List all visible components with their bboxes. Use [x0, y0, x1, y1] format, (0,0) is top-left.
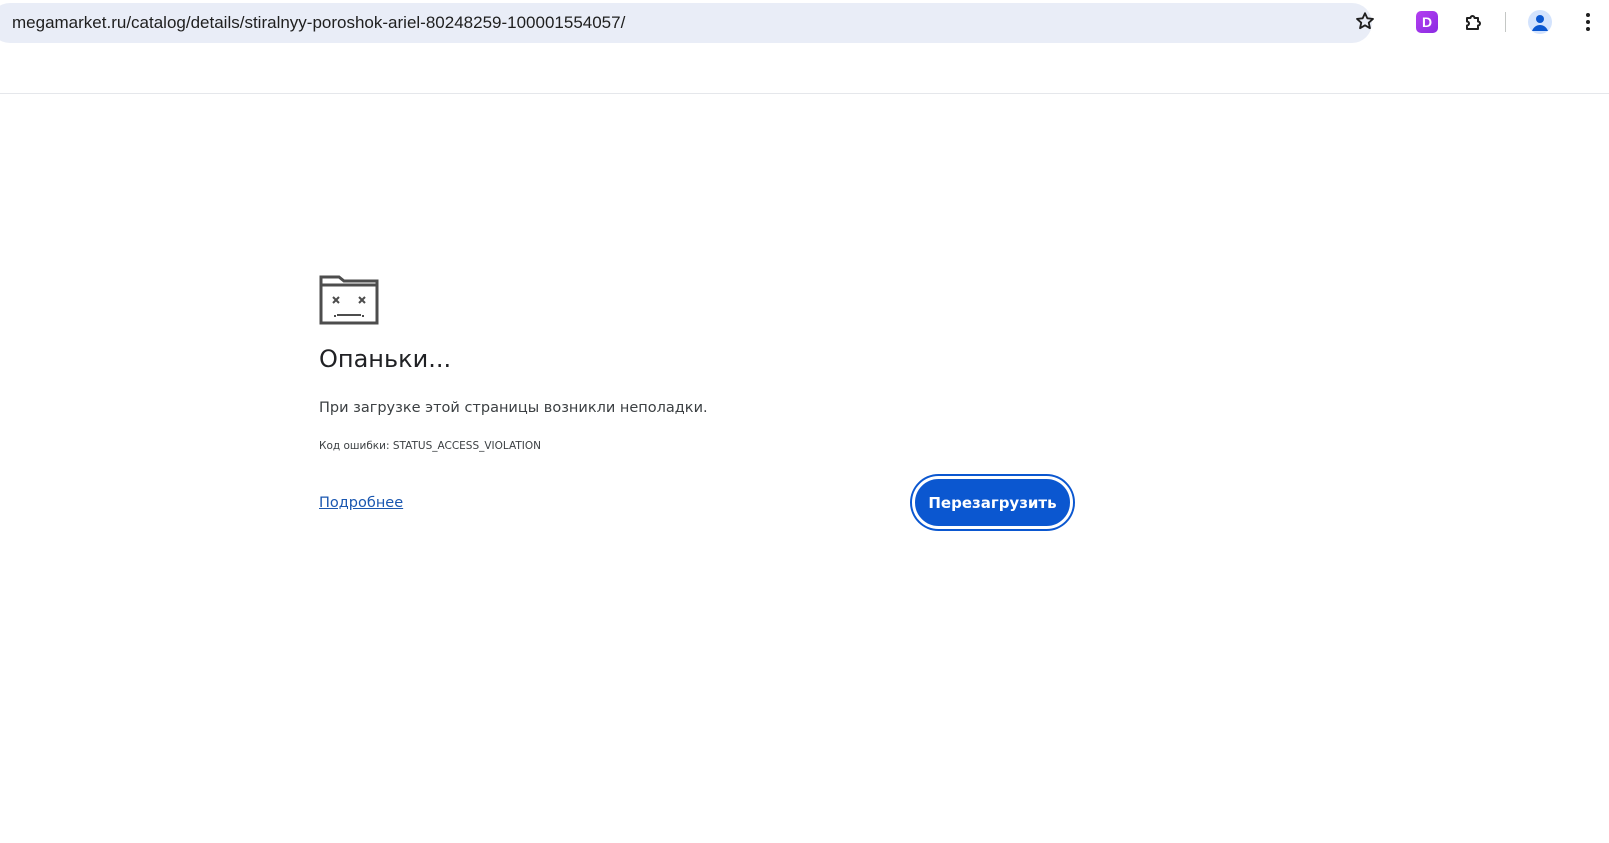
error-code: Код ошибки: STATUS_ACCESS_VIOLATION [319, 440, 542, 452]
toolbar-divider [1505, 12, 1506, 32]
reload-button[interactable]: Перезагрузить [912, 476, 1073, 529]
bookmark-bar [0, 46, 1609, 94]
avatar-icon[interactable] [1528, 10, 1552, 34]
error-title: Опаньки... [319, 345, 452, 373]
star-icon[interactable] [1354, 10, 1376, 32]
extension-d-icon[interactable]: D [1416, 11, 1438, 33]
browser-toolbar: megamarket.ru/catalog/details/stiralnyy-… [0, 0, 1609, 46]
url-text[interactable]: megamarket.ru/catalog/details/stiralnyy-… [12, 13, 625, 33]
puzzle-icon[interactable] [1462, 10, 1486, 34]
error-message: При загрузке этой страницы возникли непо… [319, 400, 708, 416]
address-bar[interactable]: megamarket.ru/catalog/details/stiralnyy-… [0, 3, 1372, 43]
error-page: Опаньки... При загрузке этой страницы во… [0, 95, 1609, 843]
kebab-menu-icon[interactable] [1576, 10, 1600, 34]
details-link[interactable]: Подробнее [319, 495, 403, 511]
sad-tab-icon [319, 275, 379, 325]
